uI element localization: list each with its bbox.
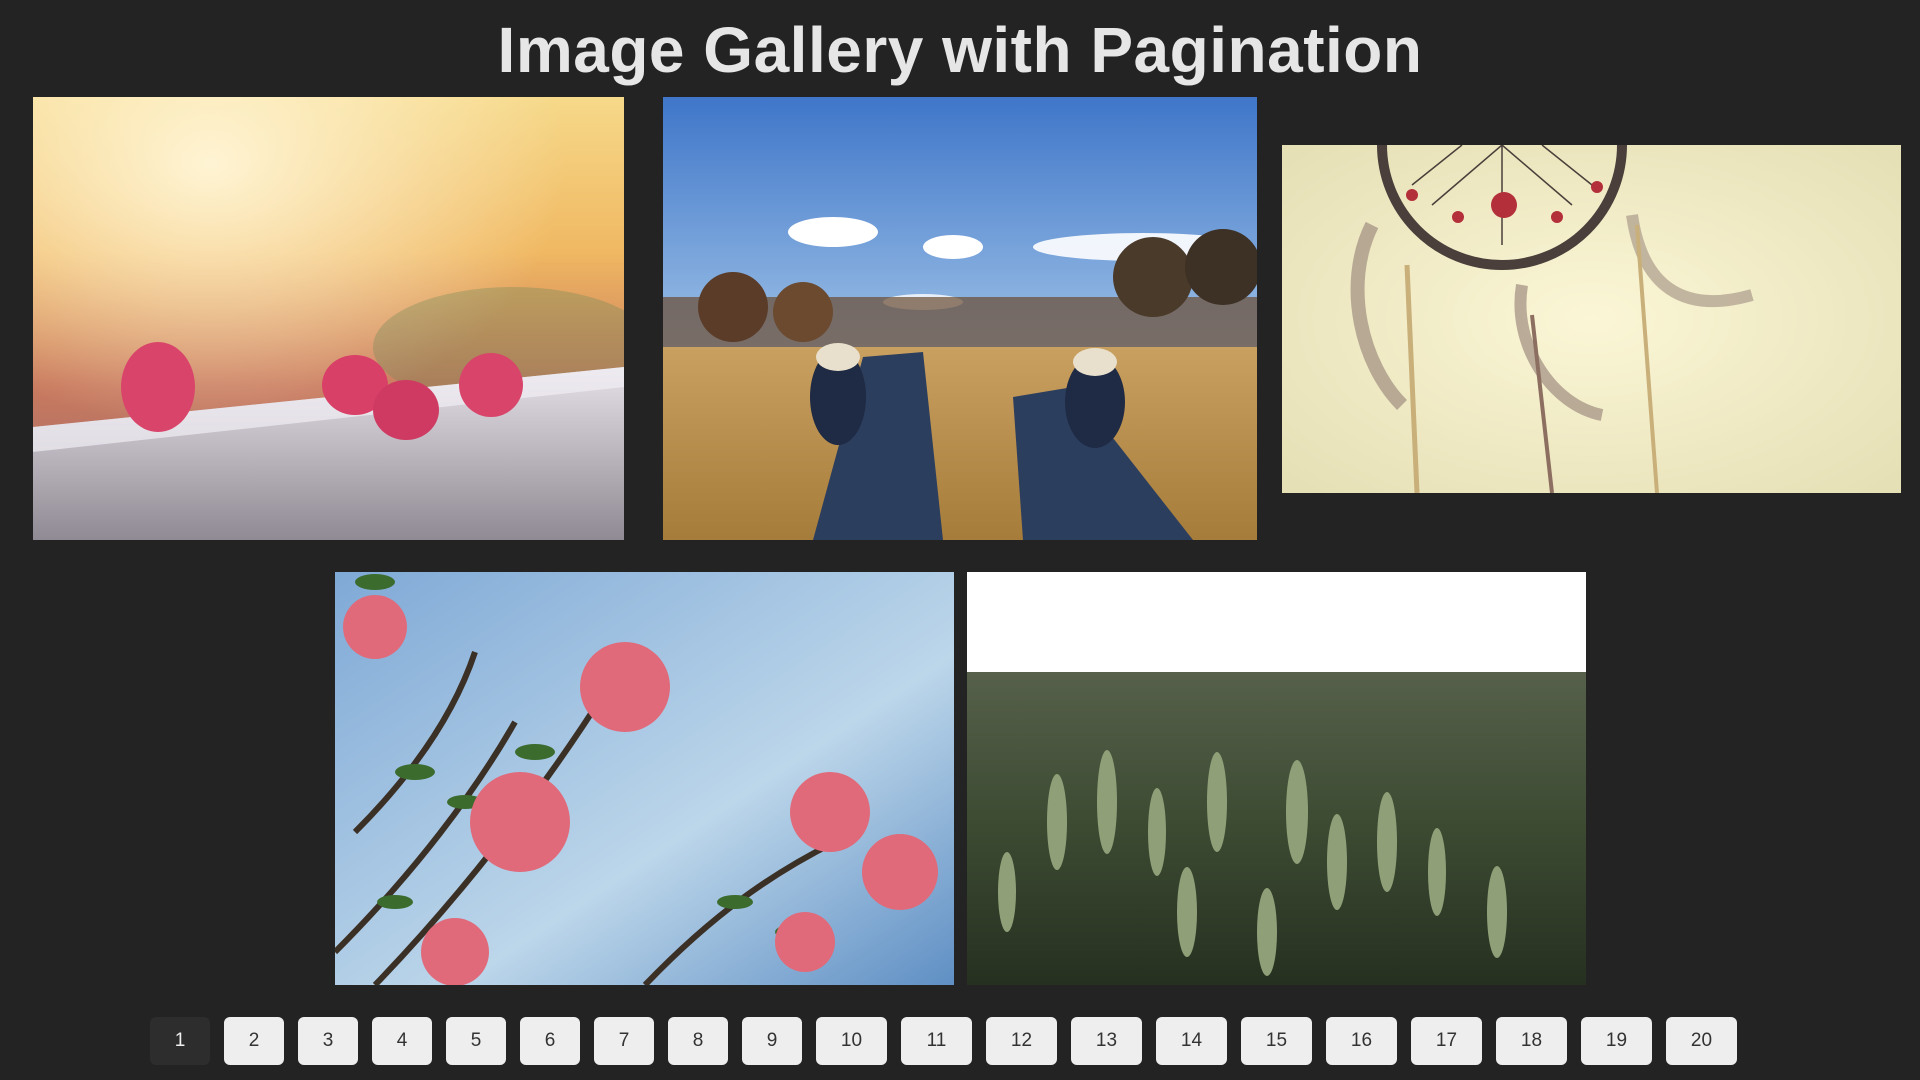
- gallery-photo-blossoms[interactable]: [335, 572, 954, 985]
- page-button-2[interactable]: 2: [224, 1017, 284, 1065]
- page-button-16[interactable]: 16: [1326, 1017, 1397, 1065]
- page-button-10[interactable]: 10: [816, 1017, 887, 1065]
- gallery-photo-sneakers[interactable]: [663, 97, 1257, 540]
- gallery-photo-raspberries[interactable]: [33, 97, 624, 540]
- page-button-7[interactable]: 7: [594, 1017, 654, 1065]
- page-button-1[interactable]: 1: [150, 1017, 210, 1065]
- page-button-12[interactable]: 12: [986, 1017, 1057, 1065]
- page-title: Image Gallery with Pagination: [497, 14, 1423, 86]
- page-button-20[interactable]: 20: [1666, 1017, 1737, 1065]
- page-button-14[interactable]: 14: [1156, 1017, 1227, 1065]
- pagination: 1 2 3 4 5 6 7 8 9 10 11 12 13 14 15 16 1…: [150, 1017, 1737, 1065]
- gallery-photo-wheat[interactable]: [967, 572, 1586, 985]
- gallery-page: Image Gallery with Pagination 1 2 3 4 5 …: [0, 0, 1920, 1080]
- page-button-9[interactable]: 9: [742, 1017, 802, 1065]
- page-button-4[interactable]: 4: [372, 1017, 432, 1065]
- gallery-photo-dreamcatcher[interactable]: [1282, 145, 1901, 493]
- page-button-17[interactable]: 17: [1411, 1017, 1482, 1065]
- page-button-19[interactable]: 19: [1581, 1017, 1652, 1065]
- page-button-15[interactable]: 15: [1241, 1017, 1312, 1065]
- page-button-13[interactable]: 13: [1071, 1017, 1142, 1065]
- page-button-8[interactable]: 8: [668, 1017, 728, 1065]
- page-button-6[interactable]: 6: [520, 1017, 580, 1065]
- page-button-18[interactable]: 18: [1496, 1017, 1567, 1065]
- page-button-3[interactable]: 3: [298, 1017, 358, 1065]
- page-button-5[interactable]: 5: [446, 1017, 506, 1065]
- page-button-11[interactable]: 11: [901, 1017, 972, 1065]
